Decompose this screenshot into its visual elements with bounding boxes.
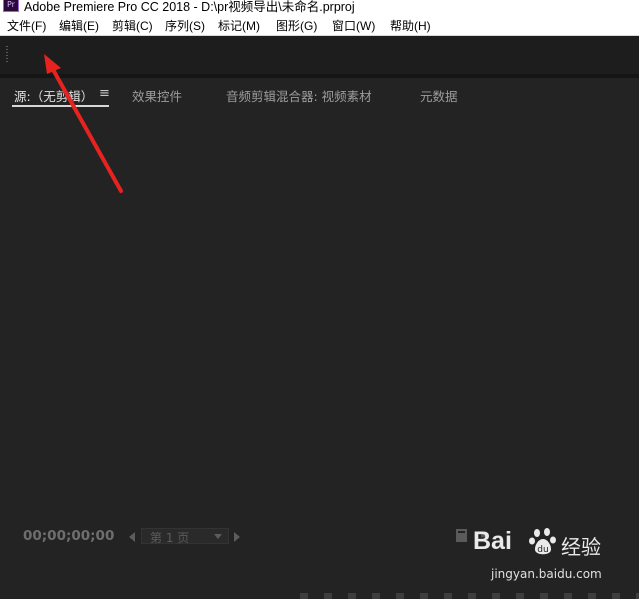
menu-graphics[interactable]: 图形(G) — [276, 17, 317, 34]
next-page-icon[interactable] — [234, 532, 240, 542]
menu-sequence[interactable]: 序列(S) — [165, 17, 205, 34]
watermark-url: jingyan.baidu.com — [491, 567, 602, 581]
watermark-brand-suffix: 经验 — [561, 535, 601, 559]
menu-file[interactable]: 文件(F) — [7, 17, 46, 34]
tab-audio-clip-mixer[interactable]: 音频剪辑混合器: 视频素材 — [226, 86, 372, 105]
drag-grip-handle[interactable] — [6, 46, 8, 64]
window-title: Adobe Premiere Pro CC 2018 - D:\pr视频导出\未… — [24, 0, 355, 14]
timecode-display[interactable]: 00;00;00;00 — [23, 528, 114, 544]
svg-text:du: du — [537, 545, 548, 555]
menu-clip[interactable]: 剪辑(C) — [112, 17, 153, 34]
baidu-paw-icon: du — [529, 528, 556, 555]
chevron-down-icon — [214, 534, 222, 539]
page-select[interactable]: 第 1 页 — [141, 528, 229, 545]
watermark-brand: Bai — [473, 527, 512, 555]
panel-menu-icon[interactable]: ≡ — [99, 86, 110, 101]
premiere-logo-icon: Pr — [3, 0, 19, 12]
menu-edit[interactable]: 编辑(E) — [59, 17, 99, 34]
baidu-watermark: Bai du 经验 jingyan.baidu.com — [473, 527, 639, 587]
menu-help[interactable]: 帮助(H) — [390, 17, 431, 34]
tab-effect-controls[interactable]: 效果控件 — [132, 86, 182, 105]
transport-controls-strip[interactable] — [300, 593, 639, 599]
tab-source[interactable]: 源:（无剪辑） — [14, 86, 93, 105]
previous-page-icon[interactable] — [129, 532, 135, 542]
workspace-toolbar — [0, 36, 639, 74]
drag-video-icon[interactable] — [456, 529, 467, 542]
title-bar: Pr Adobe Premiere Pro CC 2018 - D:\pr视频导… — [0, 0, 639, 14]
page-select-value: 第 1 页 — [150, 531, 190, 545]
menu-bar: 文件(F) 编辑(E) 剪辑(C) 序列(S) 标记(M) 图形(G) 窗口(W… — [0, 14, 639, 36]
source-monitor-panel: 源:（无剪辑） ≡ 效果控件 音频剪辑混合器: 视频素材 元数据 00;00;0… — [0, 78, 639, 599]
menu-window[interactable]: 窗口(W) — [332, 17, 375, 34]
tab-metadata[interactable]: 元数据 — [420, 86, 458, 105]
active-tab-indicator — [12, 105, 109, 107]
menu-marker[interactable]: 标记(M) — [218, 17, 260, 34]
